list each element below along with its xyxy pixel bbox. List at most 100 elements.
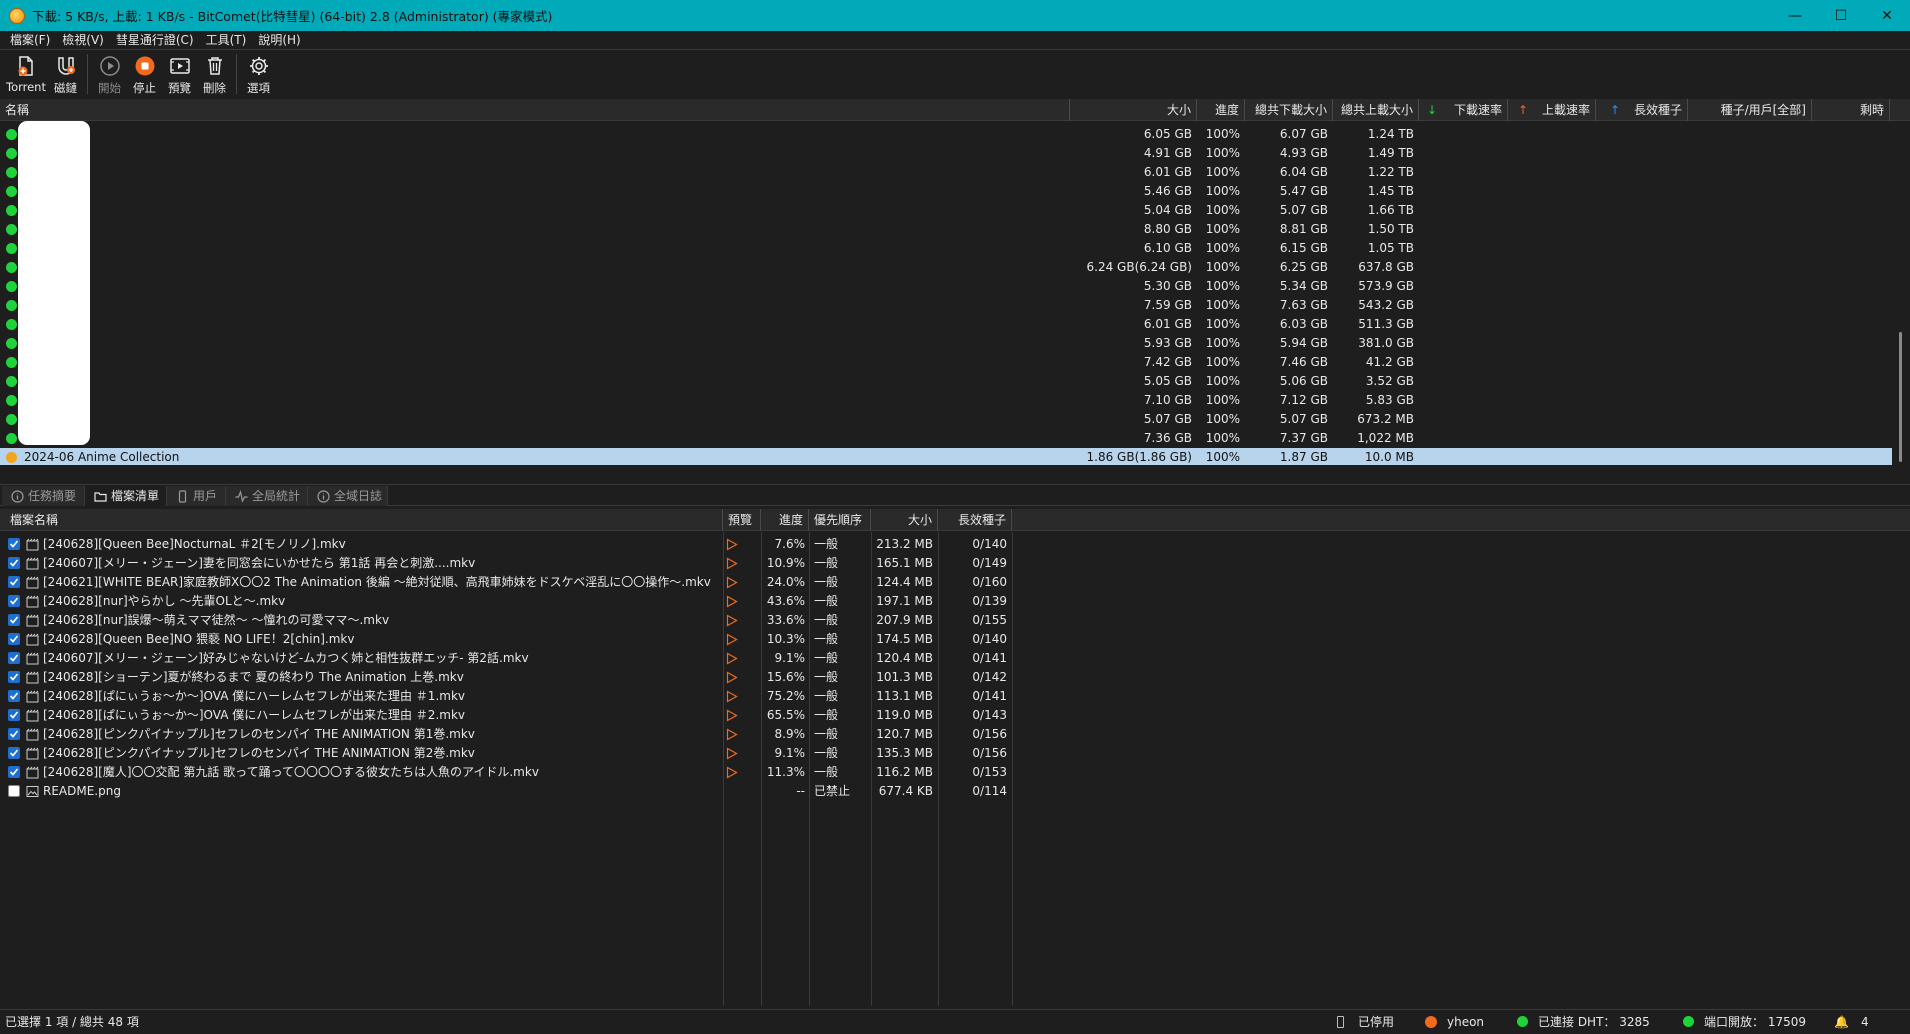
- preview-play-icon[interactable]: [726, 766, 738, 779]
- task-row[interactable]: 5.46 GB 100% 5.47 GB 1.45 TB: [0, 182, 1892, 201]
- column-priority[interactable]: 優先順序: [809, 509, 871, 531]
- task-row[interactable]: 4.91 GB 100% 4.93 GB 1.49 TB: [0, 144, 1892, 163]
- menu-view[interactable]: 檢視(V): [56, 31, 110, 50]
- file-row[interactable]: [240628][nur]やらかし ～先輩OLと～.mkv 43.6% 一般 197.…: [0, 592, 1012, 611]
- preview-play-icon[interactable]: [726, 557, 738, 570]
- file-checkbox[interactable]: [8, 690, 20, 702]
- column-upload-rate[interactable]: ↑ 上載速率: [1508, 99, 1596, 121]
- column-total-upload[interactable]: 總共上載大小: [1333, 99, 1419, 121]
- preview-play-icon[interactable]: [726, 614, 738, 627]
- column-download-rate[interactable]: ↓ 下載速率: [1419, 99, 1508, 121]
- file-row[interactable]: [240628][ぱにぃうぉ～か～]OVA 僕にハーレムセフレが出来た理由 ＃2…: [0, 706, 1012, 725]
- file-row[interactable]: [240607][メリー・ジェーン]妻を同窓会にいかせたら 第1話 再会と刺激.…: [0, 554, 1012, 573]
- task-row[interactable]: 6.24 GB(6.24 GB) 100% 6.25 GB 637.8 GB: [0, 258, 1892, 277]
- task-row[interactable]: 5.04 GB 100% 5.07 GB 1.66 TB: [0, 201, 1892, 220]
- torrent-button[interactable]: Torrent: [4, 51, 48, 97]
- task-row[interactable]: 7.36 GB 100% 7.37 GB 1,022 MB: [0, 429, 1892, 448]
- task-row[interactable]: 5.05 GB 100% 5.06 GB 3.52 GB: [0, 372, 1892, 391]
- notifications[interactable]: 🔔 4: [1834, 1010, 1869, 1034]
- file-checkbox[interactable]: [8, 633, 20, 645]
- stop-button[interactable]: 停止: [127, 51, 162, 97]
- task-row[interactable]: 6.10 GB 100% 6.15 GB 1.05 TB: [0, 239, 1892, 258]
- menu-file[interactable]: 檔案(F): [4, 31, 56, 50]
- delete-button[interactable]: 刪除: [197, 51, 232, 97]
- file-checkbox[interactable]: [8, 538, 20, 550]
- task-row[interactable]: 7.42 GB 100% 7.46 GB 41.2 GB: [0, 353, 1892, 372]
- file-row[interactable]: [240628][ピンクパイナップル]セフレのセンパイ THE ANIMATIO…: [0, 725, 1012, 744]
- preview-play-icon[interactable]: [726, 538, 738, 551]
- file-row[interactable]: [240628][Queen Bee]NO 猥褻 NO LIFE！2[chin]…: [0, 630, 1012, 649]
- file-checkbox[interactable]: [8, 557, 20, 569]
- file-checkbox[interactable]: [8, 766, 20, 778]
- preview-play-icon[interactable]: [726, 595, 738, 608]
- maximize-button[interactable]: ☐: [1818, 0, 1864, 31]
- task-row[interactable]: 2024-06 Anime Collection 1.86 GB(1.86 GB)…: [0, 448, 1892, 465]
- tab-file-list[interactable]: 檔案清單: [85, 486, 167, 506]
- file-checkbox[interactable]: [8, 652, 20, 664]
- scrollbar-thumb[interactable]: [1899, 332, 1902, 462]
- port-status[interactable]: 端口開放： 17509: [1683, 1010, 1806, 1034]
- preview-play-icon[interactable]: [726, 652, 738, 665]
- minimize-button[interactable]: —: [1772, 0, 1818, 31]
- task-row[interactable]: 5.93 GB 100% 5.94 GB 381.0 GB: [0, 334, 1892, 353]
- close-button[interactable]: ✕: [1864, 0, 1910, 31]
- file-checkbox[interactable]: [8, 709, 20, 721]
- column-total-download[interactable]: 總共下載大小: [1245, 99, 1333, 121]
- column-preview[interactable]: 預覽: [723, 509, 761, 531]
- file-checkbox[interactable]: [8, 595, 20, 607]
- column-name[interactable]: 名稱: [0, 99, 1070, 121]
- preview-play-icon[interactable]: [726, 576, 738, 589]
- disabled-status[interactable]: 已停用: [1337, 1010, 1394, 1034]
- file-row[interactable]: [240621][WHITE BEAR]家庭教師X〇〇2 The Animati…: [0, 573, 1012, 592]
- preview-play-icon[interactable]: [726, 671, 738, 684]
- tab-task-summary[interactable]: 任務摘要: [2, 486, 85, 506]
- start-button[interactable]: 開始: [92, 51, 127, 97]
- tab-global-stats[interactable]: 全局統計: [226, 486, 308, 506]
- file-row[interactable]: [240607][メリー・ジェーン]好みじゃないけど-ムカつく姉と相性抜群エッチ…: [0, 649, 1012, 668]
- menu-tools[interactable]: 工具(T): [200, 31, 253, 50]
- dht-status[interactable]: 已連接 DHT： 3285: [1517, 1010, 1650, 1034]
- task-row[interactable]: 6.05 GB 100% 6.07 GB 1.24 TB: [0, 125, 1892, 144]
- options-button[interactable]: 選項: [241, 51, 276, 97]
- file-row[interactable]: [240628][nur]誤爆～萌えママ徒然～ ～憧れの可愛ママ～.mkv 33.…: [0, 611, 1012, 630]
- preview-button[interactable]: 預覽: [162, 51, 197, 97]
- task-list-scrollbar[interactable]: [1894, 122, 1906, 465]
- menu-comet-pass[interactable]: 彗星通行證(C): [110, 31, 200, 50]
- column-file-size[interactable]: 大小: [871, 509, 938, 531]
- preview-play-icon[interactable]: [726, 747, 738, 760]
- task-row[interactable]: 7.10 GB 100% 7.12 GB 5.83 GB: [0, 391, 1892, 410]
- file-row[interactable]: [240628][Queen Bee]NocturnaL ＃2[モノリノ].mk…: [0, 535, 1012, 554]
- column-file-name[interactable]: 檔案名稱: [0, 509, 723, 531]
- task-row[interactable]: 6.01 GB 100% 6.04 GB 1.22 TB: [0, 163, 1892, 182]
- file-checkbox[interactable]: [8, 785, 20, 797]
- task-row[interactable]: 5.07 GB 100% 5.07 GB 673.2 MB: [0, 410, 1892, 429]
- file-row[interactable]: README.png -- 已禁止 677.4 KB 0/114: [0, 782, 1012, 801]
- preview-play-icon[interactable]: [726, 690, 738, 703]
- file-row[interactable]: [240628][魔人]〇〇交配 第九話 歌って踊って〇〇〇〇する彼女たちは人魚…: [0, 763, 1012, 782]
- task-row[interactable]: 5.30 GB 100% 5.34 GB 573.9 GB: [0, 277, 1892, 296]
- preview-play-icon[interactable]: [726, 728, 738, 741]
- task-row[interactable]: 7.59 GB 100% 7.63 GB 543.2 GB: [0, 296, 1892, 315]
- column-size[interactable]: 大小: [1070, 99, 1197, 121]
- file-checkbox[interactable]: [8, 614, 20, 626]
- file-checkbox[interactable]: [8, 671, 20, 683]
- menu-help[interactable]: 說明(H): [252, 31, 306, 50]
- column-peers[interactable]: 種子/用戶[全部]: [1688, 99, 1812, 121]
- user-account[interactable]: yheon: [1425, 1010, 1484, 1034]
- file-row[interactable]: [240628][ショーテン]夏が終わるまで 夏の終わり The Animati…: [0, 668, 1012, 687]
- column-progress[interactable]: 進度: [1197, 99, 1245, 121]
- file-row[interactable]: [240628][ぱにぃうぉ～か～]OVA 僕にハーレムセフレが出来た理由 ＃1…: [0, 687, 1012, 706]
- task-row[interactable]: 8.80 GB 100% 8.81 GB 1.50 TB: [0, 220, 1892, 239]
- file-checkbox[interactable]: [8, 728, 20, 740]
- column-file-progress[interactable]: 進度: [761, 509, 809, 531]
- column-time-left[interactable]: 剩時: [1812, 99, 1890, 121]
- task-row[interactable]: 6.01 GB 100% 6.03 GB 511.3 GB: [0, 315, 1892, 334]
- tab-peers[interactable]: 用戶: [167, 486, 226, 506]
- preview-play-icon[interactable]: [726, 709, 738, 722]
- tab-global-log[interactable]: 全域日誌: [308, 486, 388, 506]
- file-checkbox[interactable]: [8, 576, 20, 588]
- file-checkbox[interactable]: [8, 747, 20, 759]
- column-seeds[interactable]: ↑ 長效種子: [1596, 99, 1688, 121]
- preview-play-icon[interactable]: [726, 633, 738, 646]
- column-file-seeds[interactable]: 長效種子: [938, 509, 1012, 531]
